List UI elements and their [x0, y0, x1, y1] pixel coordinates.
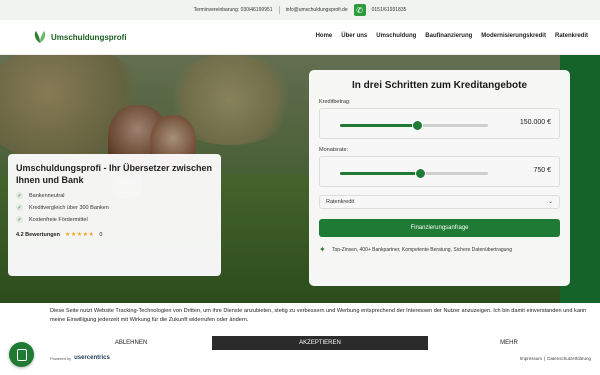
- loan-type-value: Ratenkredit: [326, 199, 355, 205]
- rate-label: Monatsrate:: [319, 147, 349, 153]
- nav-modernisierungskredit[interactable]: Modernisierungskredit: [481, 33, 546, 39]
- handshake-icon: ✦: [319, 245, 326, 254]
- trust-text: Top-Zinsen, 400+ Bankpartner, Kompetente…: [332, 246, 512, 253]
- loan-calculator: In drei Schritten zum Kreditangebote Kre…: [309, 70, 570, 286]
- info-card: Umschuldungsprofi - Ihr Übersetzer zwisc…: [8, 154, 221, 276]
- chevron-down-icon: ⌄: [547, 199, 553, 205]
- rating-count: 0: [99, 231, 103, 238]
- reject-button[interactable]: ABLEHNEN: [50, 336, 212, 350]
- more-button[interactable]: MEHR: [428, 336, 590, 350]
- rate-value: 750 €: [533, 167, 551, 174]
- legal-separator: |: [544, 356, 546, 361]
- rate-slider[interactable]: [340, 168, 488, 179]
- leaf-logo-icon: [34, 31, 46, 43]
- powered-by: Powered by usercentrics: [50, 355, 110, 361]
- check-icon: ✓: [16, 192, 23, 199]
- benefit-label: Kreditvergleich über 300 Banken: [29, 204, 109, 211]
- rating-label[interactable]: 4.2 Bewertungen: [16, 232, 60, 238]
- calculator-title: In drei Schritten zum Kreditangebote: [351, 80, 528, 91]
- amount-slider-fill: [340, 124, 417, 127]
- list-item: ✓ Kreditvergleich über 300 Banken: [16, 204, 213, 211]
- rate-slider-box: 750 €: [319, 156, 560, 187]
- check-icon: ✓: [16, 204, 23, 211]
- site-header: Umschuldungsprofi Home Über uns Umschuld…: [0, 20, 600, 55]
- check-icon: ✓: [16, 216, 23, 223]
- usercentrics-logo[interactable]: usercentrics: [74, 355, 110, 361]
- amount-label: Kreditbetrag:: [319, 99, 351, 105]
- top-contact-bar: Terminvereinbarung: 030/46199951 info@um…: [0, 0, 600, 20]
- site-logo[interactable]: Umschuldungsprofi: [32, 29, 127, 45]
- phone-link[interactable]: Terminvereinbarung: 030/46199951: [194, 7, 273, 13]
- list-item: ✓ Kostenfreie Fördermittel: [16, 216, 213, 223]
- amount-slider[interactable]: [340, 120, 488, 131]
- benefit-label: Kostenfreie Fördermittel: [29, 216, 88, 223]
- rate-slider-handle[interactable]: [415, 168, 426, 179]
- benefit-label: Bankenneutral: [29, 192, 65, 199]
- rating-row: 4.2 Bewertungen ★★★★★ 0: [16, 231, 213, 239]
- request-button[interactable]: Finanzierungsanfrage: [319, 219, 560, 237]
- rate-slider-fill: [340, 172, 420, 175]
- amount-slider-box: 150.000 €: [319, 108, 560, 139]
- privacy-settings-button[interactable]: [9, 342, 34, 367]
- nav-ratenkredit[interactable]: Ratenkredit: [555, 33, 588, 39]
- main-nav: Home Über uns Umschuldung Baufinanzierun…: [316, 33, 588, 39]
- privacy-link[interactable]: Datenschutzerklärung: [547, 356, 591, 361]
- amount-slider-handle[interactable]: [412, 120, 423, 131]
- star-rating-icon: ★★★★★: [65, 232, 95, 238]
- powered-by-label: Powered by: [50, 355, 72, 361]
- legal-links: Impressum | Datenschutzerklärung: [520, 356, 591, 361]
- cookie-banner: Diese Seite nutzt Website Tracking-Techn…: [0, 303, 600, 375]
- nav-baufinanzierung[interactable]: Baufinanzierung: [425, 33, 472, 39]
- logo-text: Umschuldungsprofi: [51, 32, 127, 42]
- amount-value: 150.000 €: [519, 119, 551, 126]
- whatsapp-icon[interactable]: ✆: [353, 4, 366, 16]
- divider: [278, 6, 280, 14]
- whatsapp-link[interactable]: 0151/61931835: [372, 7, 407, 13]
- nav-home[interactable]: Home: [316, 33, 333, 39]
- accept-button[interactable]: AKZEPTIEREN: [212, 336, 428, 350]
- email-link[interactable]: info@umschuldungsprofi.de: [286, 7, 348, 13]
- fingerprint-icon: [16, 348, 27, 361]
- info-title: Umschuldungsprofi - Ihr Übersetzer zwisc…: [16, 163, 213, 185]
- list-item: ✓ Bankenneutral: [16, 192, 213, 199]
- benefits-list: ✓ Bankenneutral ✓ Kreditvergleich über 3…: [16, 192, 213, 223]
- loan-type-select[interactable]: Ratenkredit ⌄: [319, 195, 560, 209]
- cookie-text: Diese Seite nutzt Website Tracking-Techn…: [50, 308, 587, 323]
- trust-line: ✦ Top-Zinsen, 400+ Bankpartner, Kompeten…: [319, 245, 560, 254]
- nav-ueber-uns[interactable]: Über uns: [341, 33, 367, 39]
- nav-umschuldung[interactable]: Umschuldung: [376, 33, 416, 39]
- imprint-link[interactable]: Impressum: [520, 356, 542, 361]
